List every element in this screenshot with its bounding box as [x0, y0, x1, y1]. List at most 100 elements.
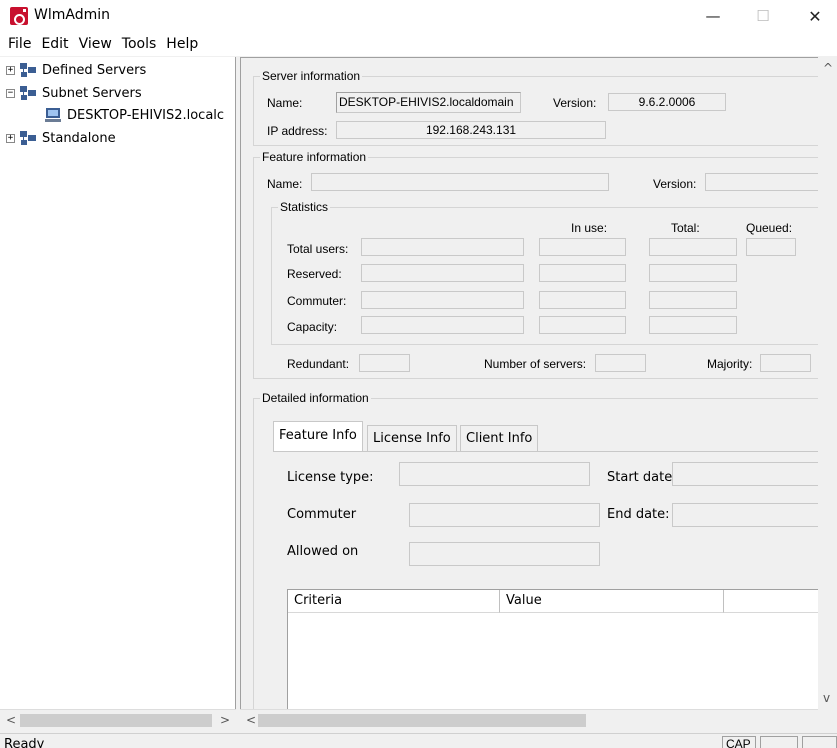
column-header-empty [724, 590, 828, 613]
menu-edit[interactable]: Edit [36, 36, 73, 52]
scroll-left-icon[interactable]: < [246, 713, 256, 727]
menu-help[interactable]: Help [161, 36, 203, 52]
allowed-on-label: Allowed on [287, 544, 359, 559]
scroll-up-icon[interactable]: ^ [823, 61, 833, 75]
allowed-on-field[interactable] [409, 542, 600, 566]
close-button[interactable]: ✕ [792, 0, 837, 32]
scroll-thumb[interactable] [258, 714, 586, 727]
server-name-field[interactable]: DESKTOP-EHIVIS2.localdomain [336, 92, 521, 113]
scroll-right-icon[interactable]: > [220, 713, 230, 727]
expand-icon[interactable]: + [6, 65, 15, 75]
status-bar: Ready CAP [0, 733, 837, 748]
total-users-label: Total users: [287, 242, 349, 256]
tab-license-info[interactable]: License Info [367, 425, 457, 451]
tree-label: Standalone [42, 130, 116, 146]
reserved-label: Reserved: [287, 267, 342, 281]
num-lock-indicator [760, 736, 798, 748]
total-users-queued-field[interactable] [746, 238, 796, 256]
server-tree: + Defined Servers − Subnet Servers DESKT… [0, 57, 236, 709]
ip-address-field[interactable]: 192.168.243.131 [336, 121, 606, 139]
license-type-field[interactable] [399, 462, 590, 486]
details-horizontal-scrollbar[interactable]: < [240, 709, 818, 731]
tree-horizontal-scrollbar[interactable]: < > [0, 709, 236, 731]
total-users-total-field[interactable] [649, 238, 737, 256]
maximize-button[interactable]: ☐ [740, 0, 786, 32]
computer-icon [44, 107, 62, 123]
total-header: Total: [671, 221, 700, 235]
tab-client-info[interactable]: Client Info [460, 425, 539, 451]
criteria-list[interactable]: Criteria Value [287, 589, 828, 709]
in-use-header: In use: [571, 221, 608, 235]
license-type-label: License type: [287, 470, 374, 485]
commuter-total-field[interactable] [649, 291, 737, 309]
status-text: Ready [4, 737, 45, 748]
number-of-servers-label: Number of servers: [484, 357, 587, 371]
tree-label: DESKTOP-EHIVIS2.localc [67, 107, 225, 123]
reserved-total-field[interactable] [649, 264, 737, 282]
feature-name-field[interactable] [311, 173, 609, 191]
end-date-field[interactable] [672, 503, 837, 527]
commuter-label: Commuter: [287, 294, 347, 308]
redundant-label: Redundant: [287, 357, 350, 371]
collapse-icon[interactable]: − [6, 88, 15, 98]
total-users-field[interactable] [361, 238, 524, 256]
start-date-field[interactable] [672, 462, 837, 486]
capacity-in-use-field[interactable] [539, 316, 626, 334]
menu-bar: File Edit View Tools Help [0, 32, 837, 56]
details-vertical-scrollbar[interactable]: ^ v [818, 57, 837, 709]
network-icon [19, 85, 37, 101]
menu-file[interactable]: File [3, 36, 36, 52]
start-date-label: Start date [607, 470, 673, 485]
group-title: Server information [260, 69, 363, 83]
queued-header: Queued: [746, 221, 793, 235]
tree-item-subnet-servers[interactable]: − Subnet Servers [6, 82, 142, 104]
minimize-button[interactable]: — [690, 0, 736, 32]
scroll-down-icon[interactable]: v [823, 691, 830, 705]
app-icon [10, 7, 28, 25]
title-bar: WlmAdmin — ☐ ✕ [0, 0, 837, 32]
column-header-criteria[interactable]: Criteria [288, 590, 500, 613]
end-date-label: End date: [607, 507, 670, 522]
majority-label: Majority: [707, 357, 753, 371]
scroll-lock-indicator [802, 736, 837, 748]
tree-item-standalone[interactable]: + Standalone [6, 127, 116, 149]
tree-label: Subnet Servers [42, 85, 142, 101]
tree-item-desktop-server[interactable]: DESKTOP-EHIVIS2.localc [44, 104, 224, 126]
server-name-label: Name: [267, 96, 303, 110]
version-field[interactable]: 9.6.2.0006 [608, 93, 726, 111]
version-label: Version: [553, 96, 597, 110]
capacity-label: Capacity: [287, 320, 338, 334]
feature-version-label: Version: [653, 177, 697, 191]
number-of-servers-field[interactable] [595, 354, 646, 372]
network-icon [19, 130, 37, 146]
network-icon [19, 62, 37, 78]
commuter-detail-label: Commuter [287, 507, 357, 522]
tree-label: Defined Servers [42, 62, 147, 78]
group-title: Feature information [260, 150, 369, 164]
details-panel: Server information Name: DESKTOP-EHIVIS2… [240, 57, 837, 709]
commuter-field[interactable] [361, 291, 524, 309]
commuter-detail-field[interactable] [409, 503, 600, 527]
total-users-in-use-field[interactable] [539, 238, 626, 256]
capacity-total-field[interactable] [649, 316, 737, 334]
menu-view[interactable]: View [74, 36, 117, 52]
tab-feature-info[interactable]: Feature Info [273, 421, 363, 451]
reserved-field[interactable] [361, 264, 524, 282]
menu-tools[interactable]: Tools [117, 36, 162, 52]
column-header-value[interactable]: Value [500, 590, 724, 613]
group-title: Detailed information [260, 391, 371, 405]
group-title: Statistics [278, 200, 331, 214]
capacity-field[interactable] [361, 316, 524, 334]
commuter-in-use-field[interactable] [539, 291, 626, 309]
caps-lock-indicator: CAP [722, 736, 756, 748]
majority-field[interactable] [760, 354, 811, 372]
redundant-field[interactable] [359, 354, 410, 372]
window-title: WlmAdmin [34, 7, 110, 23]
feature-name-label: Name: [267, 177, 303, 191]
scroll-thumb[interactable] [20, 714, 212, 727]
tab-divider [273, 451, 837, 452]
scroll-left-icon[interactable]: < [6, 713, 16, 727]
reserved-in-use-field[interactable] [539, 264, 626, 282]
expand-icon[interactable]: + [6, 133, 15, 143]
tree-item-defined-servers[interactable]: + Defined Servers [6, 59, 146, 81]
